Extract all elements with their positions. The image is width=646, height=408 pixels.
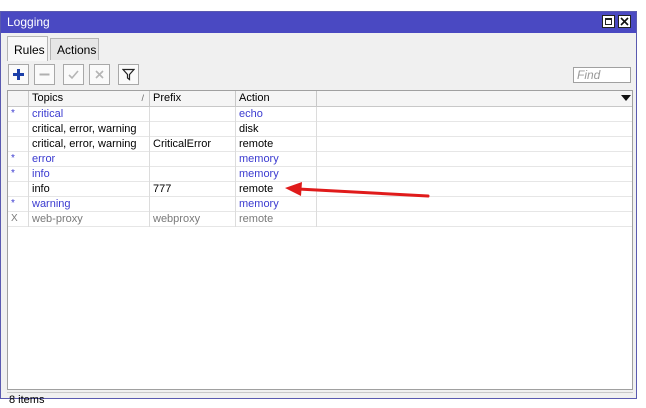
row-topics: critical [29, 107, 150, 122]
row-topics: error [29, 152, 150, 167]
row-filler [317, 107, 632, 122]
filter-icon [122, 68, 135, 81]
tab-rules-label: Rules [14, 43, 45, 57]
column-header-flag[interactable] [8, 91, 29, 106]
tab-actions[interactable]: Actions [50, 38, 99, 60]
row-topics: web-proxy [29, 212, 150, 227]
filter-button[interactable] [118, 64, 139, 85]
logging-window: Logging Rules Actions Topics [0, 11, 637, 406]
table-row[interactable]: * info memory [8, 167, 632, 182]
row-action: remote [236, 137, 317, 152]
row-prefix: webproxy [150, 212, 236, 227]
row-prefix [150, 167, 236, 182]
check-icon [68, 70, 79, 80]
table-row[interactable]: * error memory [8, 152, 632, 167]
row-topics: info [29, 182, 150, 197]
column-header-prefix[interactable]: Prefix [150, 91, 236, 106]
row-flag: X [8, 212, 29, 227]
tab-rules[interactable]: Rules [7, 36, 48, 61]
row-flag: * [8, 197, 29, 212]
window-title: Logging [7, 15, 50, 29]
disable-button[interactable] [89, 64, 110, 85]
title-bar[interactable]: Logging [1, 12, 636, 33]
row-topics: critical, error, warning [29, 137, 150, 152]
table-header: Topics / Prefix Action [8, 91, 632, 107]
row-topics: critical, error, warning [29, 122, 150, 137]
sort-indicator-icon: / [141, 93, 144, 103]
row-flag [8, 137, 29, 152]
row-action: memory [236, 197, 317, 212]
row-flag: * [8, 152, 29, 167]
restore-window-icon[interactable] [602, 15, 615, 28]
column-header-topics[interactable]: Topics / [29, 91, 150, 106]
row-filler [317, 182, 632, 197]
row-prefix [150, 197, 236, 212]
table-row[interactable]: info 777 remote [8, 182, 632, 197]
row-action: memory [236, 152, 317, 167]
row-flag [8, 122, 29, 137]
row-filler [317, 152, 632, 167]
table-row[interactable]: * warning memory [8, 197, 632, 212]
table-row[interactable]: critical, error, warning disk [8, 122, 632, 137]
table-row[interactable]: * critical echo [8, 107, 632, 122]
plus-icon [13, 69, 24, 80]
minus-icon [39, 73, 50, 76]
row-action: disk [236, 122, 317, 137]
remove-button[interactable] [34, 64, 55, 85]
row-topics: warning [29, 197, 150, 212]
row-prefix [150, 152, 236, 167]
row-filler [317, 197, 632, 212]
row-filler [317, 122, 632, 137]
rules-table: Topics / Prefix Action * critical echo c… [7, 90, 633, 390]
column-header-topics-label: Topics [32, 92, 64, 104]
enable-button[interactable] [63, 64, 84, 85]
column-header-action[interactable]: Action [236, 91, 317, 106]
row-filler [317, 167, 632, 182]
row-prefix [150, 107, 236, 122]
row-filler [317, 212, 632, 227]
close-window-icon[interactable] [618, 15, 631, 28]
row-action: remote [236, 182, 317, 197]
row-flag: * [8, 107, 29, 122]
row-prefix [150, 122, 236, 137]
row-topics: info [29, 167, 150, 182]
cross-icon [95, 70, 104, 79]
items-count: 8 items [9, 394, 45, 406]
find-input[interactable] [573, 67, 631, 83]
row-flag [8, 182, 29, 197]
row-action: remote [236, 212, 317, 227]
table-row[interactable]: X web-proxy webproxy remote [8, 212, 632, 227]
row-action: echo [236, 107, 317, 122]
table-row[interactable]: critical, error, warning CriticalError r… [8, 137, 632, 152]
row-prefix: CriticalError [150, 137, 236, 152]
row-flag: * [8, 167, 29, 182]
row-prefix: 777 [150, 182, 236, 197]
columns-dropdown-icon[interactable] [621, 95, 631, 101]
toolbar [7, 64, 633, 88]
add-button[interactable] [8, 64, 29, 85]
row-action: memory [236, 167, 317, 182]
row-filler [317, 137, 632, 152]
tab-actions-label: Actions [57, 43, 97, 57]
